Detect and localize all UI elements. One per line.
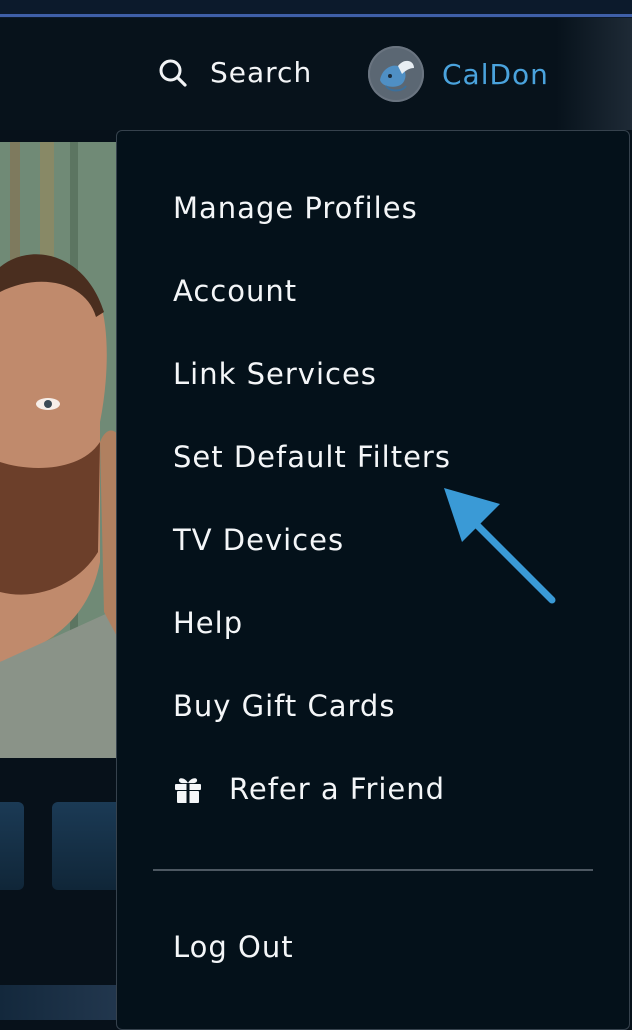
menu-item-label: Account: [173, 274, 298, 308]
menu-item-label: Help: [173, 606, 244, 640]
menu-item-log-out[interactable]: Log Out: [173, 930, 294, 964]
menu-item-buy-gift-cards[interactable]: Buy Gift Cards: [173, 689, 395, 723]
menu-item-label: Link Services: [173, 357, 377, 391]
profile-avatar-icon: [368, 46, 424, 102]
menu-item-label: Log Out: [173, 930, 294, 964]
avatar: [368, 46, 424, 102]
top-accent-bar: [0, 0, 632, 18]
menu-divider: [153, 869, 593, 871]
search-button[interactable]: Search: [158, 56, 312, 89]
search-label: Search: [210, 56, 313, 89]
content-row: [0, 790, 132, 890]
hero-image: [0, 142, 120, 758]
menu-item-tv-devices[interactable]: TV Devices: [173, 523, 344, 557]
annotation-arrow-icon: [444, 488, 556, 604]
content-tile[interactable]: [0, 802, 24, 890]
search-icon: [159, 59, 187, 87]
menu-item-account[interactable]: Account: [173, 274, 297, 308]
top-nav-bar: Search CalDon: [0, 18, 632, 130]
menu-item-label: TV Devices: [173, 523, 345, 557]
menu-item-label: Refer a Friend: [229, 772, 446, 806]
menu-item-label: Buy Gift Cards: [173, 689, 396, 723]
menu-item-help[interactable]: Help: [173, 606, 243, 640]
profile-name: CalDon: [442, 57, 549, 91]
menu-item-refer-a-friend[interactable]: Refer a Friend: [173, 772, 445, 806]
menu-item-manage-profiles[interactable]: Manage Profiles: [173, 191, 418, 225]
menu-item-label: Set Default Filters: [173, 440, 451, 474]
menu-item-label: Manage Profiles: [173, 191, 418, 225]
menu-item-link-services[interactable]: Link Services: [173, 357, 377, 391]
gift-icon: [175, 778, 201, 803]
content-row-bottom: [0, 985, 120, 1020]
menu-item-set-default-filters[interactable]: Set Default Filters: [173, 440, 451, 474]
profile-menu-toggle[interactable]: CalDon: [368, 46, 549, 102]
